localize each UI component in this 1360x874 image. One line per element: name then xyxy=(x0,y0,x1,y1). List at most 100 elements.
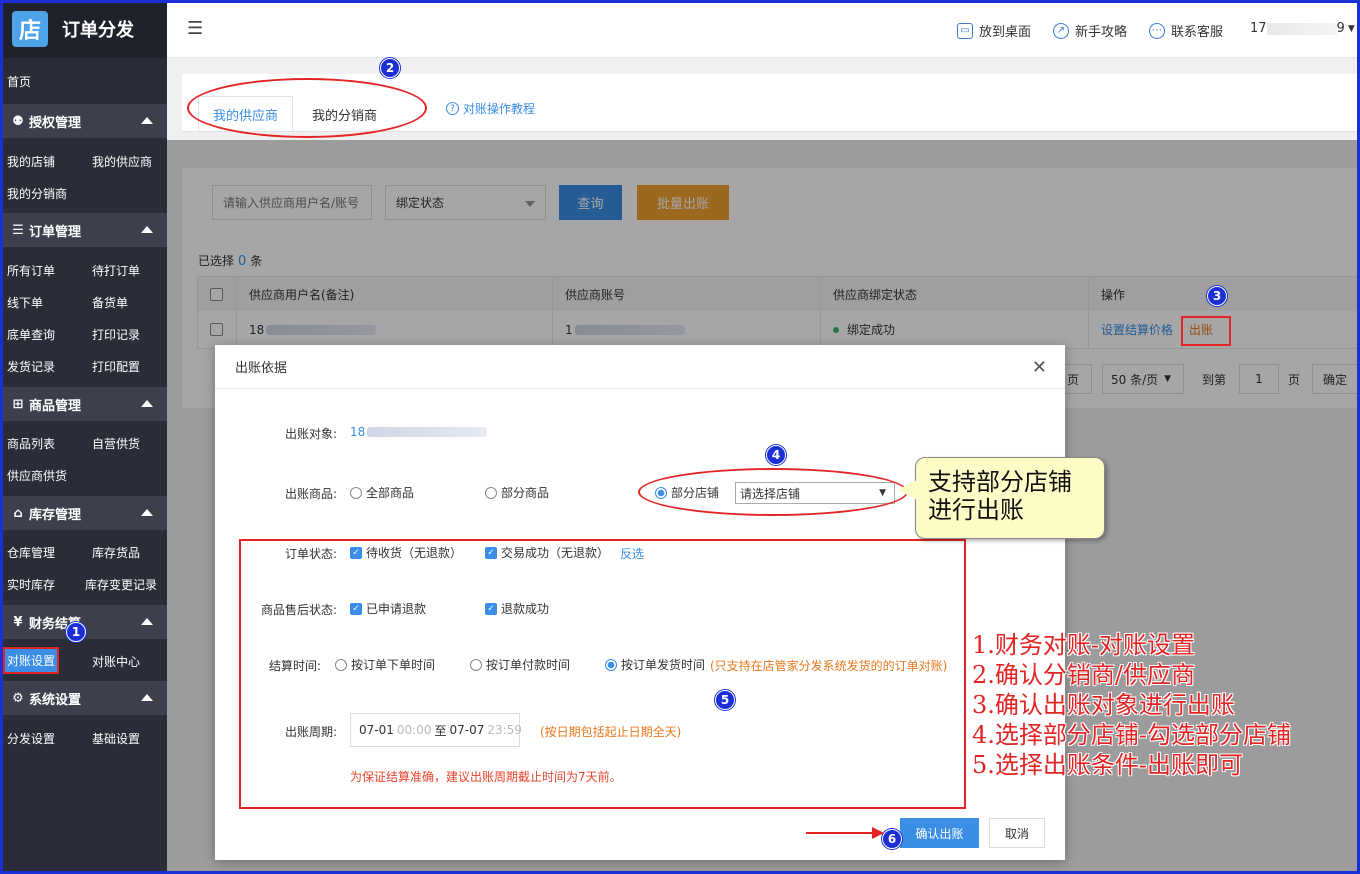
section-title: 订单管理 xyxy=(29,224,82,240)
target-value: 18 xyxy=(350,425,488,439)
sidebar-section-auth[interactable]: ⚉ 授权管理 xyxy=(0,104,167,138)
dialog-title: 出账依据 xyxy=(215,345,1065,389)
customer-service-button[interactable]: ⋯ 联系客服 xyxy=(1149,21,1223,40)
sidebar-item-basic-settings[interactable]: 基础设置 xyxy=(92,730,140,747)
chat-icon: ⋯ xyxy=(1149,22,1165,39)
confirm-bill-button[interactable]: 确认出账 xyxy=(900,818,979,848)
callout-line: 支持部分店铺 xyxy=(928,468,1072,496)
sidebar-item-my-distributors[interactable]: 我的分销商 xyxy=(7,185,67,202)
sidebar-item-offline-orders[interactable]: 线下单 xyxy=(7,294,43,311)
help-icon: ? xyxy=(446,102,459,115)
annotation-badge: 6 xyxy=(882,829,902,849)
sidebar-section-products[interactable]: ⊞ 商品管理 xyxy=(0,387,167,421)
sidebar-section-orders[interactable]: ☰ 订单管理 xyxy=(0,213,167,247)
sidebar-item-print-config[interactable]: 打印配置 xyxy=(92,358,140,375)
sidebar-item-stock-orders[interactable]: 备货单 xyxy=(92,294,128,311)
sidebar-item-all-orders[interactable]: 所有订单 xyxy=(7,262,55,279)
user-id-masked xyxy=(1266,22,1337,35)
action-label: 放到桌面 xyxy=(979,25,1032,40)
callout-pointer xyxy=(897,480,917,500)
user-id-suffix: 9 xyxy=(1336,21,1345,36)
step-text: 3.确认出账对象进行出账 xyxy=(972,691,1235,719)
sidebar-item-supplier-supply[interactable]: 供应商供货 xyxy=(7,467,67,484)
sidebar-item-realtime-stock[interactable]: 实时库存 xyxy=(7,576,55,593)
brand: 店 订单分发 xyxy=(0,0,167,58)
grid-icon: ⊞ xyxy=(12,396,24,412)
annotation-ellipse-tabs xyxy=(187,78,427,138)
sidebar-item-reconcile-center[interactable]: 对账中心 xyxy=(92,653,140,670)
sidebar-item-product-list[interactable]: 商品列表 xyxy=(7,435,55,452)
goods-label: 出账商品: xyxy=(285,487,338,501)
annotation-badge: 4 xyxy=(766,445,786,465)
collapse-up-icon xyxy=(141,694,153,701)
sidebar-item-my-suppliers[interactable]: 我的供应商 xyxy=(92,153,152,170)
collapse-up-icon xyxy=(141,618,153,625)
step-text: 2.确认分销商/供应商 xyxy=(972,661,1195,689)
radio-label: 全部商品 xyxy=(366,486,415,500)
sidebar-item-distribution-settings[interactable]: 分发设置 xyxy=(7,730,55,747)
guide-button[interactable]: ↗ 新手攻略 xyxy=(1053,21,1127,40)
sidebar: 店 订单分发 首页 ⚉ 授权管理 我的店铺 我的供应商 我的分销商 ☰ 订单管理… xyxy=(0,0,167,874)
home-icon: ⌂ xyxy=(13,505,23,521)
store-logo-icon: 店 xyxy=(12,11,48,47)
sidebar-item-my-shops[interactable]: 我的店铺 xyxy=(7,153,55,170)
cancel-button[interactable]: 取消 xyxy=(989,818,1045,848)
step-text: 5.选择出账条件-出账即可 xyxy=(972,751,1244,779)
section-title: 商品管理 xyxy=(29,398,82,414)
step-text: 1.财务对账-对账设置 xyxy=(972,631,1196,659)
action-label: 联系客服 xyxy=(1171,25,1224,40)
annotation-badge: 3 xyxy=(1207,286,1227,306)
user-id-prefix: 17 xyxy=(1250,21,1267,36)
annotation-arrow xyxy=(806,827,884,839)
annotation-badge: 5 xyxy=(715,690,735,710)
collapse-up-icon xyxy=(141,117,153,124)
sidebar-item-print-log[interactable]: 打印记录 xyxy=(92,326,140,343)
annotation-badge: 1 xyxy=(66,622,86,642)
annotation-ellipse-stores xyxy=(638,468,908,516)
radio-all-goods[interactable]: 全部商品 xyxy=(350,484,414,501)
radio-icon xyxy=(485,486,497,499)
target-prefix: 18 xyxy=(350,425,366,439)
annotation-steps: 1.财务对账-对账设置 2.确认分销商/供应商 3.确认出账对象进行出账 4.选… xyxy=(972,630,1291,780)
sidebar-item-warehouse[interactable]: 仓库管理 xyxy=(7,544,55,561)
top-bar: ☰ ▭ 放到桌面 ↗ 新手攻略 ⋯ 联系客服 17 9 ▼ xyxy=(167,0,1360,58)
sidebar-item-pending-print[interactable]: 待打订单 xyxy=(92,262,140,279)
annotation-box-conditions xyxy=(239,539,966,809)
section-title: 系统设置 xyxy=(29,692,82,708)
masked-text xyxy=(367,427,488,437)
sidebar-item-ship-log[interactable]: 发货记录 xyxy=(7,358,55,375)
dropdown-icon: ▼ xyxy=(1347,23,1355,34)
annotation-badge: 2 xyxy=(380,58,400,78)
sidebar-section-inventory[interactable]: ⌂ 库存管理 xyxy=(0,496,167,530)
radio-icon xyxy=(350,486,362,499)
app-title: 订单分发 xyxy=(62,20,134,41)
section-title: 授权管理 xyxy=(29,115,82,131)
sidebar-item-self-supply[interactable]: 自营供货 xyxy=(92,435,140,452)
collapse-up-icon xyxy=(141,400,153,407)
reconcile-tutorial-link[interactable]: ? 对账操作教程 xyxy=(446,100,535,117)
yen-icon: ¥ xyxy=(13,614,23,630)
sidebar-item-home[interactable]: 首页 xyxy=(0,58,167,104)
sidebar-item-stock-changes[interactable]: 库存变更记录 xyxy=(85,576,157,593)
annotation-callout: 支持部分店铺 进行出账 xyxy=(915,457,1105,539)
user-key-icon: ⚉ xyxy=(12,113,24,129)
user-account-menu[interactable]: 17 9 ▼ xyxy=(1250,21,1355,36)
settings-icon: ⚙ xyxy=(12,690,24,706)
collapse-up-icon xyxy=(141,509,153,516)
action-label: 新手攻略 xyxy=(1075,25,1128,40)
close-icon[interactable]: ✕ xyxy=(1032,357,1047,378)
step-text: 4.选择部分店铺-勾选部分店铺 xyxy=(972,721,1292,749)
sidebar-item-waybill-query[interactable]: 底单查询 xyxy=(7,326,55,343)
sidebar-item-stock-goods[interactable]: 库存货品 xyxy=(92,544,140,561)
sidebar-item-reconcile-settings[interactable]: 对账设置 xyxy=(3,647,60,674)
add-to-desktop-button[interactable]: ▭ 放到桌面 xyxy=(957,21,1031,40)
section-title: 库存管理 xyxy=(29,507,82,523)
compass-icon: ↗ xyxy=(1053,22,1069,39)
sidebar-section-system[interactable]: ⚙ 系统设置 xyxy=(0,681,167,715)
menu-collapse-icon[interactable]: ☰ xyxy=(187,18,207,39)
target-label: 出账对象: xyxy=(285,427,338,441)
radio-partial-goods[interactable]: 部分商品 xyxy=(485,484,549,501)
order-icon: ☰ xyxy=(12,222,24,238)
desktop-icon: ▭ xyxy=(957,22,973,39)
radio-label: 部分商品 xyxy=(501,486,550,500)
